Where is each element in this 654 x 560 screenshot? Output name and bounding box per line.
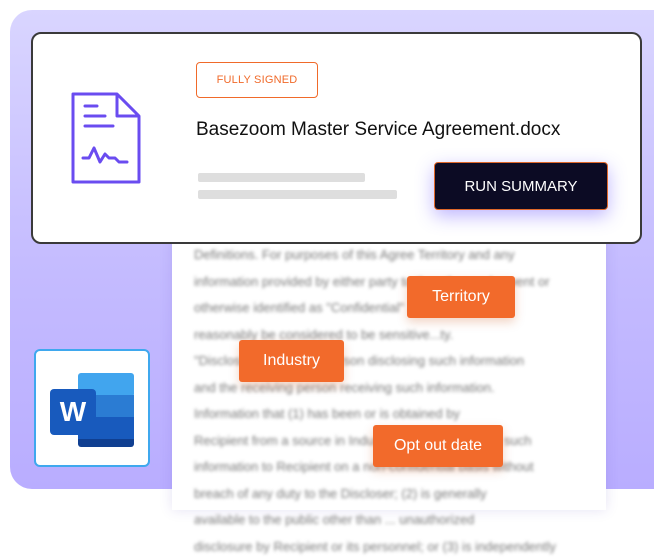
run-summary-button[interactable]: RUN SUMMARY — [434, 162, 608, 210]
file-card: FULLY SIGNED Basezoom Master Service Agr… — [31, 32, 642, 244]
status-badge: FULLY SIGNED — [196, 62, 318, 98]
tag-industry[interactable]: Industry — [239, 340, 344, 382]
word-app-tile[interactable]: W — [34, 349, 150, 467]
microsoft-word-icon: W — [50, 373, 134, 447]
svg-text:W: W — [60, 396, 87, 427]
signed-document-icon — [71, 92, 141, 184]
tag-opt-out-date[interactable]: Opt out date — [373, 425, 503, 467]
document-body-text: Definitions. For purposes of this Agree … — [194, 247, 557, 554]
placeholder-line — [198, 190, 397, 199]
document-preview: Definitions. For purposes of this Agree … — [172, 230, 606, 554]
tag-territory[interactable]: Territory — [407, 276, 515, 318]
placeholder-line — [198, 173, 365, 182]
file-name: Basezoom Master Service Agreement.docx — [196, 119, 561, 140]
